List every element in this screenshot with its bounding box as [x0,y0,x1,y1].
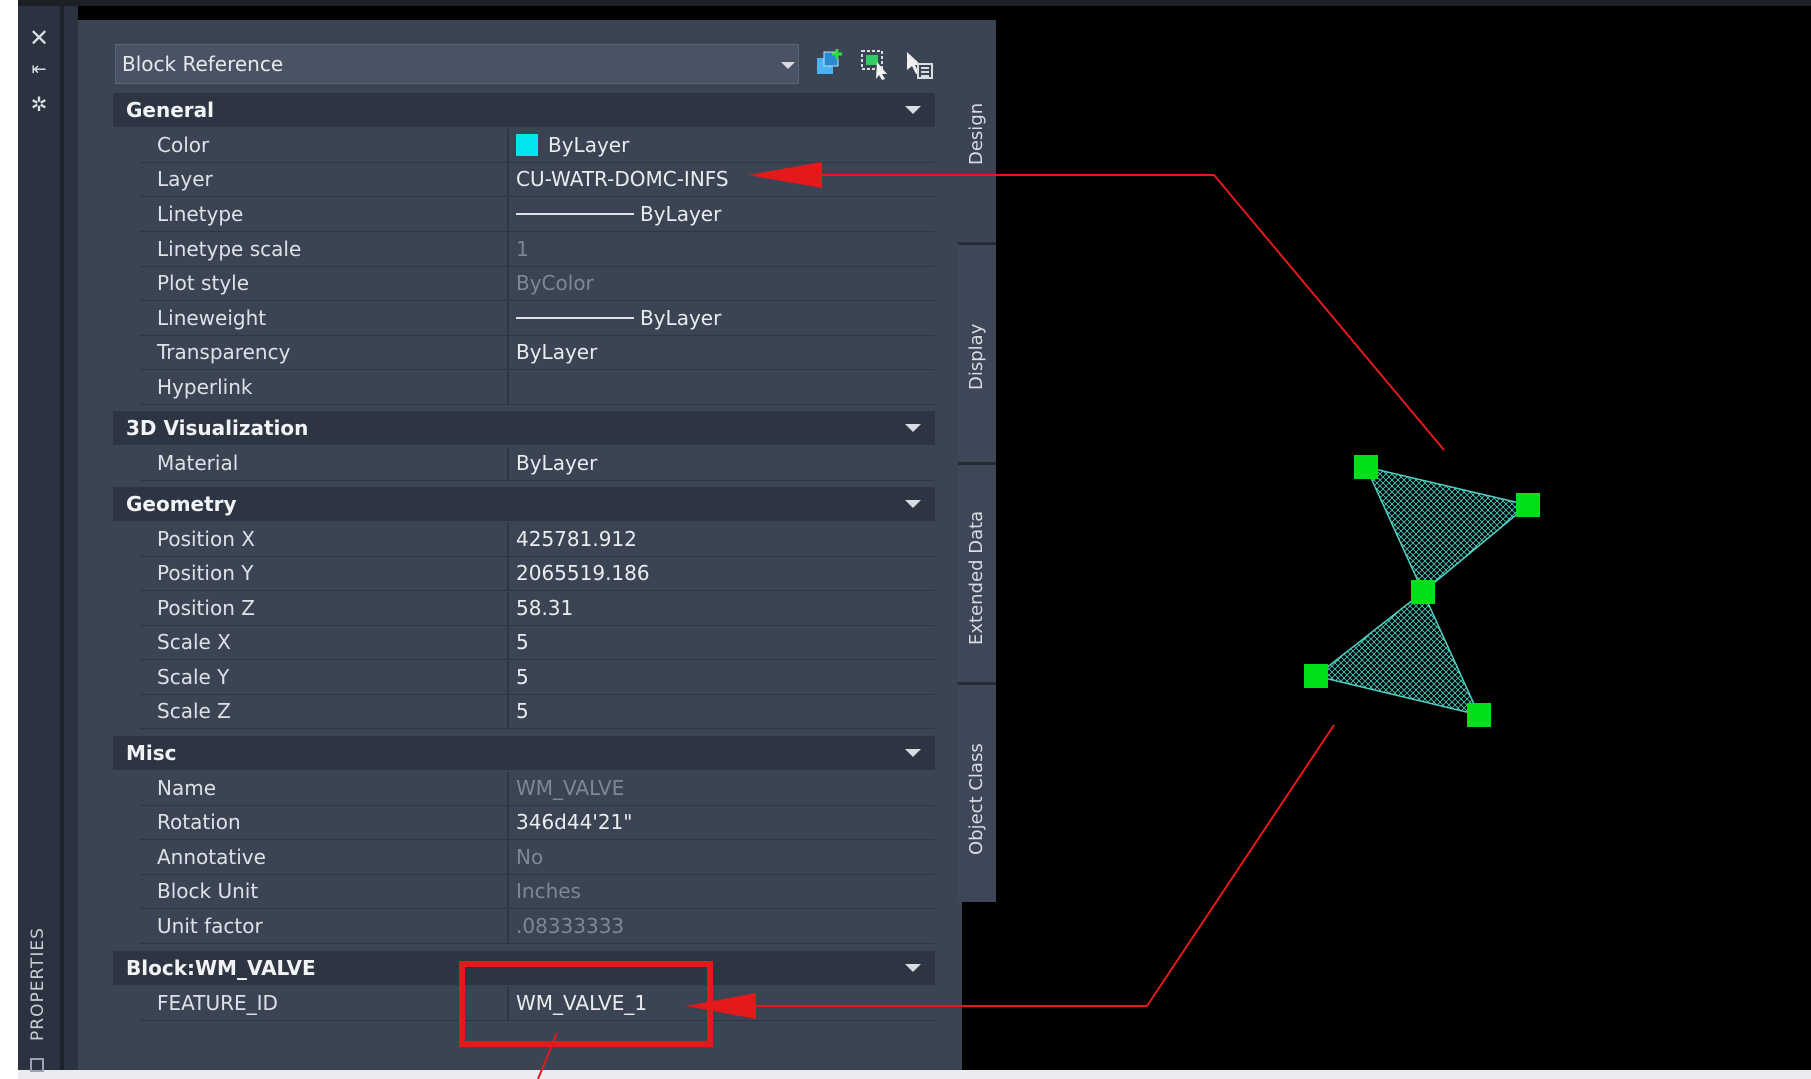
drawing-overlay [537,162,1540,1079]
grip-handle[interactable] [1467,703,1491,727]
grip-handle[interactable] [1304,664,1328,688]
grip-handle[interactable] [1411,580,1435,604]
grip-handle[interactable] [1516,493,1540,517]
arrowhead-icon [748,162,822,188]
grip-handle[interactable] [1354,455,1378,479]
annotation-leader-feature-id [745,724,1335,1007]
arrowhead-icon [686,993,756,1019]
annotation-leader-layer [810,174,1445,451]
valve-upper-triangle[interactable] [1364,465,1530,594]
valve-lower-triangle[interactable] [1314,590,1481,717]
annotation-tail [537,1032,558,1079]
